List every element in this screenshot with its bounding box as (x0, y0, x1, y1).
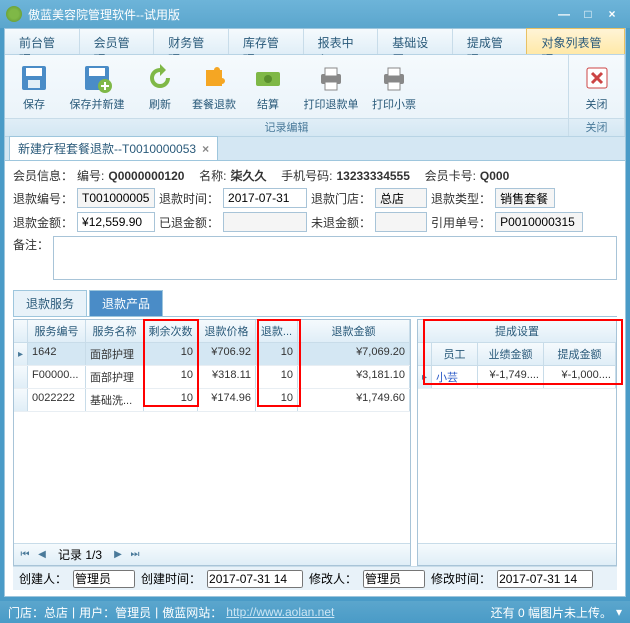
table-row[interactable]: ▸1642面部护理10¥706.9210¥7,069.20 (14, 343, 410, 366)
menu-commission[interactable]: 提成管理 (453, 29, 528, 54)
pager-text: 记录 1/3 (58, 546, 102, 563)
menu-finance[interactable]: 财务管理 (154, 29, 229, 54)
menu-report[interactable]: 报表中心 (304, 29, 379, 54)
remark-textarea[interactable] (53, 236, 617, 280)
floppy-plus-icon (81, 62, 113, 94)
refund-unpaid-input[interactable] (375, 212, 427, 232)
close-x-icon (581, 62, 613, 94)
refund-type-input[interactable] (495, 188, 555, 208)
menu-front[interactable]: 前台管理 (5, 29, 80, 54)
print-refund-button[interactable]: 打印退款单 (295, 57, 367, 116)
member-name: 柒久久 (230, 167, 266, 184)
pager-last[interactable]: ⏭ (128, 548, 142, 562)
refresh-icon (144, 62, 176, 94)
titlebar: 傲蓝美容院管理软件--试用版 — □ × (0, 0, 630, 28)
member-card: Q000 (480, 169, 509, 183)
maximize-button[interactable]: □ (576, 5, 600, 23)
subtab-product[interactable]: 退款产品 (89, 290, 163, 316)
refund-no-input[interactable] (77, 188, 155, 208)
audit-footer: 创建人： 创建时间： 修改人： 修改时间： (13, 566, 617, 590)
grid-pager: ⏮ ◀ 记录 1/3 ▶ ⏭ (14, 543, 410, 565)
sub-tabs: 退款服务 退款产品 (13, 290, 617, 317)
ribbon: 保存 保存并新建 刷新 套餐退款 结算 打印退款单 打印小票 记录编辑 关闭 关… (5, 55, 625, 137)
window-title: 傲蓝美容院管理软件--试用版 (28, 6, 552, 23)
table-row[interactable]: F00000...面部护理10¥318.1110¥3,181.10 (14, 366, 410, 389)
pager-next[interactable]: ▶ (111, 548, 125, 562)
close-window-button[interactable]: × (600, 5, 624, 23)
modifier-input (363, 570, 425, 588)
refund-items-grid[interactable]: 服务编号 服务名称 剩余次数 退款价格 退款... 退款金额 ▸1642面部护理… (13, 319, 411, 566)
statusbar: 门店：总店 | 用户：管理员 | 傲蓝网站： http://www.aolan.… (0, 601, 630, 623)
package-refund-button[interactable]: 套餐退款 (187, 57, 241, 116)
ribbon-group-label-close: 关闭 (569, 118, 624, 136)
ribbon-group-label-edit: 记录编辑 (5, 118, 568, 136)
minimize-button[interactable]: — (552, 5, 576, 23)
close-button[interactable]: 关闭 (571, 57, 622, 116)
chevron-down-icon[interactable]: ▾ (616, 605, 622, 619)
print-ticket-button[interactable]: 打印小票 (367, 57, 421, 116)
commission-row[interactable]: ▸ 小芸 ¥-1,749.... ¥-1,000.... (418, 366, 616, 389)
mtime-input (497, 570, 593, 588)
table-row[interactable]: 0022222基础洗...10¥174.9610¥1,749.60 (14, 389, 410, 412)
menu-stock[interactable]: 库存管理 (229, 29, 304, 54)
refund-store-input[interactable] (375, 188, 427, 208)
ctime-input (207, 570, 303, 588)
status-upload: 还有 0 幅图片未上传。 (491, 604, 612, 621)
floppy-icon (18, 62, 50, 94)
pager-prev[interactable]: ◀ (35, 548, 49, 562)
save-new-button[interactable]: 保存并新建 (61, 57, 133, 116)
document-tabs: 新建疗程套餐退款--T0010000053× (5, 137, 625, 161)
creator-input (73, 570, 135, 588)
commission-grid[interactable]: 提成设置 员工 业绩金额 提成金额 ▸ 小芸 ¥-1,749.... ¥-1,0… (417, 319, 617, 566)
refund-paid-input[interactable] (223, 212, 307, 232)
refund-amount-input[interactable] (77, 212, 155, 232)
tab-close-icon[interactable]: × (202, 142, 209, 156)
printer-small-icon (378, 62, 410, 94)
tab-refund-doc[interactable]: 新建疗程套餐退款--T0010000053× (9, 136, 218, 160)
puzzle-icon (198, 62, 230, 94)
member-id: Q0000000120 (108, 169, 184, 183)
settle-button[interactable]: 结算 (241, 57, 295, 116)
refund-time-input[interactable] (223, 188, 307, 208)
pager-first[interactable]: ⏮ (18, 548, 32, 562)
app-logo-icon (6, 6, 22, 22)
menu-objects[interactable]: 对象列表管理 (526, 28, 624, 54)
save-button[interactable]: 保存 (7, 57, 61, 116)
refund-ref-input[interactable] (495, 212, 583, 232)
status-store: 门店：总店 (8, 604, 68, 621)
menu-settings[interactable]: 基础设置 (378, 29, 453, 54)
commission-title: 提成设置 (418, 320, 616, 343)
menu-member[interactable]: 会员管理 (80, 29, 155, 54)
refresh-button[interactable]: 刷新 (133, 57, 187, 116)
money-icon (252, 62, 284, 94)
subtab-service[interactable]: 退款服务 (13, 290, 87, 316)
member-info-row: 会员信息： 编号:Q0000000120 名称:柒久久 手机号码:1323333… (13, 167, 617, 184)
printer-icon (315, 62, 347, 94)
status-user: 用户：管理员 (79, 604, 151, 621)
member-phone: 13233334555 (336, 169, 409, 183)
status-link[interactable]: http://www.aolan.net (226, 605, 334, 619)
menubar: 前台管理 会员管理 财务管理 库存管理 报表中心 基础设置 提成管理 对象列表管… (5, 29, 625, 55)
